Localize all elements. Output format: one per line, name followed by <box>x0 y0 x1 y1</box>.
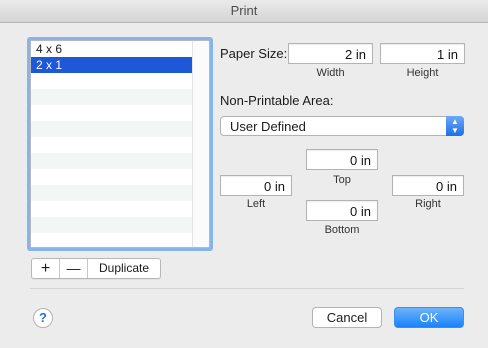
right-margin-label: Right <box>415 198 441 210</box>
width-field[interactable]: 2 in <box>288 43 373 64</box>
list-button-bar: + — Duplicate <box>31 258 161 279</box>
select-stepper-icon: ▲ ▼ <box>446 116 464 136</box>
left-margin-label: Left <box>246 198 266 210</box>
list-empty-row <box>31 169 192 185</box>
bottom-margin-field[interactable]: 0 in <box>306 200 378 221</box>
paper-list[interactable]: 4 x 6 2 x 1 <box>30 40 210 248</box>
list-empty-row <box>31 233 192 247</box>
list-empty-row <box>31 105 192 121</box>
remove-paper-button[interactable]: — <box>60 259 88 278</box>
non-printable-selected-value: User Defined <box>230 119 306 134</box>
bottom-margin-label: Bottom <box>324 224 360 236</box>
top-margin-field[interactable]: 0 in <box>306 149 378 170</box>
list-scrollbar[interactable] <box>193 41 209 247</box>
list-item[interactable]: 4 x 6 <box>31 41 192 57</box>
list-item-selected[interactable]: 2 x 1 <box>31 57 192 73</box>
add-paper-button[interactable]: + <box>32 259 60 278</box>
list-empty-row <box>31 185 192 201</box>
ok-button[interactable]: OK <box>394 307 464 328</box>
window-title: Print <box>0 0 488 23</box>
print-dialog: Print 4 x 6 2 x 1 + — Duplicate Paper Si… <box>0 0 488 348</box>
paper-size-label: Paper Size: <box>220 46 288 61</box>
list-empty-row <box>31 73 192 89</box>
non-printable-area-label: Non-Printable Area: <box>220 93 334 108</box>
list-empty-row <box>31 217 192 233</box>
non-printable-area-select[interactable]: User Defined ▲ ▼ <box>220 116 464 136</box>
paper-list-rows: 4 x 6 2 x 1 <box>31 41 193 247</box>
list-empty-row <box>31 153 192 169</box>
width-label: Width <box>316 67 345 79</box>
cancel-button[interactable]: Cancel <box>312 307 382 328</box>
list-empty-row <box>31 89 192 105</box>
list-empty-row <box>31 121 192 137</box>
footer-divider <box>30 288 464 289</box>
top-margin-label: Top <box>333 174 351 186</box>
height-label: Height <box>406 67 439 79</box>
left-margin-field[interactable]: 0 in <box>220 175 292 196</box>
help-button[interactable]: ? <box>33 308 53 328</box>
list-empty-row <box>31 201 192 217</box>
right-margin-field[interactable]: 0 in <box>392 175 464 196</box>
duplicate-button[interactable]: Duplicate <box>88 259 160 278</box>
height-field[interactable]: 1 in <box>380 43 465 64</box>
list-empty-row <box>31 137 192 153</box>
